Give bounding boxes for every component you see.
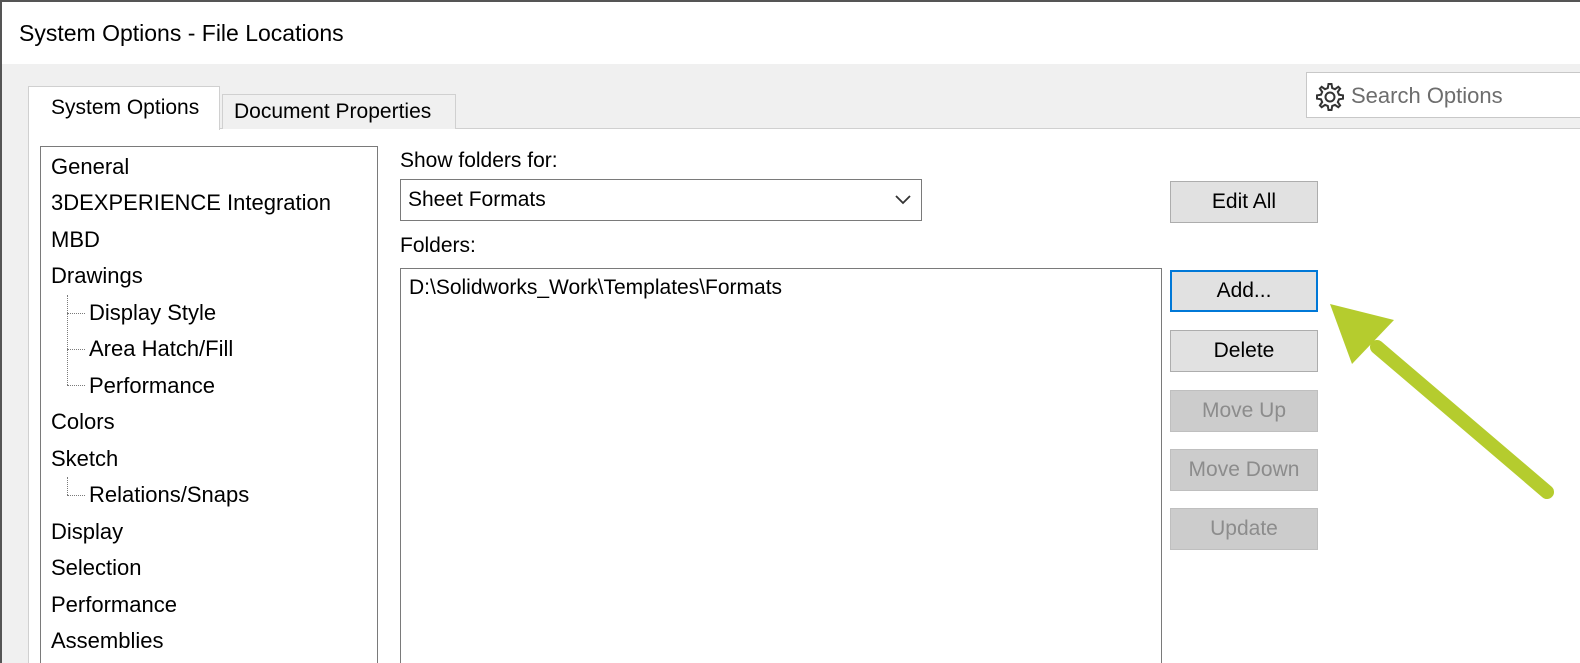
tree-connector xyxy=(67,495,85,496)
show-folders-dropdown[interactable]: Sheet Formats xyxy=(400,179,922,221)
show-folders-label: Show folders for: xyxy=(400,149,558,172)
chevron-down-icon xyxy=(895,195,911,205)
dropdown-selected-value: Sheet Formats xyxy=(408,188,546,211)
folder-list-item[interactable]: D:\Solidworks_Work\Templates\Formats xyxy=(409,275,782,301)
options-tree[interactable]: General 3DEXPERIENCE Integration MBD Dra… xyxy=(40,146,378,663)
gear-icon xyxy=(1316,83,1344,111)
annotation-arrow-icon xyxy=(1330,304,1554,499)
window-title: System Options - File Locations xyxy=(19,20,344,46)
tab-document-properties[interactable]: Document Properties xyxy=(222,94,456,129)
tree-item-relations-snaps[interactable]: Relations/Snaps xyxy=(89,481,249,509)
tree-connector xyxy=(67,477,68,495)
tree-item-area-hatch-fill[interactable]: Area Hatch/Fill xyxy=(89,335,233,363)
move-up-button[interactable]: Move Up xyxy=(1170,390,1318,432)
update-button[interactable]: Update xyxy=(1170,508,1318,550)
tree-item-drawings-performance[interactable]: Performance xyxy=(89,372,215,400)
tree-item-colors[interactable]: Colors xyxy=(51,408,115,436)
tree-item-general[interactable]: General xyxy=(51,153,129,181)
tree-item-selection[interactable]: Selection xyxy=(51,554,142,582)
folders-list[interactable]: D:\Solidworks_Work\Templates\Formats xyxy=(400,268,1162,663)
folders-label: Folders: xyxy=(400,234,476,257)
tree-connector xyxy=(67,313,85,314)
tree-item-assemblies[interactable]: Assemblies xyxy=(51,627,163,655)
tab-label: Document Properties xyxy=(234,100,432,123)
edit-all-button[interactable]: Edit All xyxy=(1170,181,1318,223)
tab-label: System Options xyxy=(51,96,200,119)
system-options-window: System Options - File Locations Search O… xyxy=(0,0,1580,663)
tree-item-display-style[interactable]: Display Style xyxy=(89,299,216,327)
tree-item-3dexperience[interactable]: 3DEXPERIENCE Integration xyxy=(51,189,331,217)
tree-item-performance[interactable]: Performance xyxy=(51,591,177,619)
tree-connector xyxy=(67,295,68,385)
title-bar: System Options - File Locations xyxy=(2,2,1580,64)
move-down-button[interactable]: Move Down xyxy=(1170,449,1318,491)
tab-system-options[interactable]: System Options xyxy=(28,86,220,130)
tree-connector xyxy=(67,385,85,386)
tree-item-display[interactable]: Display xyxy=(51,518,123,546)
delete-button[interactable]: Delete xyxy=(1170,330,1318,372)
tree-connector xyxy=(67,349,85,350)
tree-item-mbd[interactable]: MBD xyxy=(51,226,100,254)
search-options-box[interactable]: Search Options xyxy=(1306,72,1580,118)
search-placeholder: Search Options xyxy=(1351,83,1503,108)
tree-item-drawings[interactable]: Drawings xyxy=(51,262,143,290)
add-button[interactable]: Add... xyxy=(1170,270,1318,312)
tree-item-sketch[interactable]: Sketch xyxy=(51,445,118,473)
